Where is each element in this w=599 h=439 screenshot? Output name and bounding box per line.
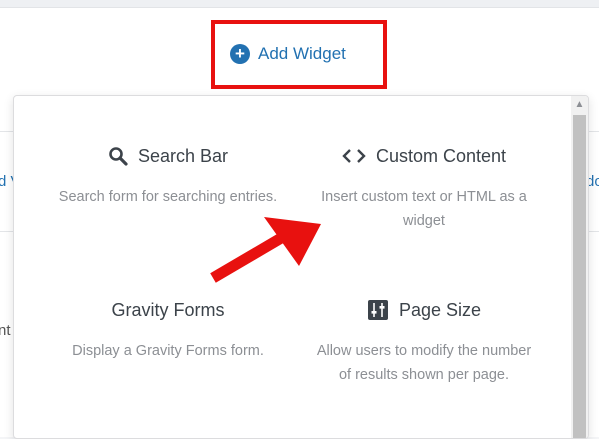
- add-widget-label: Add Widget: [258, 44, 346, 63]
- widget-page-size[interactable]: Page Size Allow users to modify the numb…: [294, 297, 554, 387]
- edge-text-left-bottom: nt: [0, 322, 11, 339]
- scroll-up-icon[interactable]: ▲: [571, 96, 588, 113]
- widget-description: Insert custom text or HTML as a widget: [321, 189, 527, 229]
- page-size-icon: [367, 299, 389, 321]
- widget-title: Search Bar: [137, 145, 229, 166]
- page-top-strip: [0, 0, 599, 8]
- add-widget-button[interactable]: + Add Widget: [230, 38, 346, 70]
- widget-gravity-forms[interactable]: Gravity Forms Display a Gravity Forms fo…: [38, 297, 298, 363]
- widget-description: Display a Gravity Forms form.: [72, 343, 264, 359]
- scrollbar-thumb[interactable]: [573, 115, 586, 438]
- search-icon: [108, 146, 128, 166]
- code-icon: [342, 147, 366, 165]
- widget-title: Page Size: [398, 299, 482, 320]
- widget-description: Search form for searching entries.: [58, 189, 278, 205]
- plus-circle-icon: +: [230, 44, 250, 64]
- divider: [0, 131, 14, 132]
- widget-title: Custom Content: [375, 145, 507, 166]
- widget-custom-content[interactable]: Custom Content Insert custom text or HTM…: [294, 143, 554, 233]
- widget-description: Allow users to modify the number of resu…: [316, 343, 532, 383]
- widget-picker-panel: Search Bar Search form for searching ent…: [13, 95, 589, 439]
- widget-search-bar[interactable]: Search Bar Search form for searching ent…: [38, 143, 298, 209]
- widget-title: Gravity Forms: [111, 299, 225, 320]
- divider: [0, 231, 14, 232]
